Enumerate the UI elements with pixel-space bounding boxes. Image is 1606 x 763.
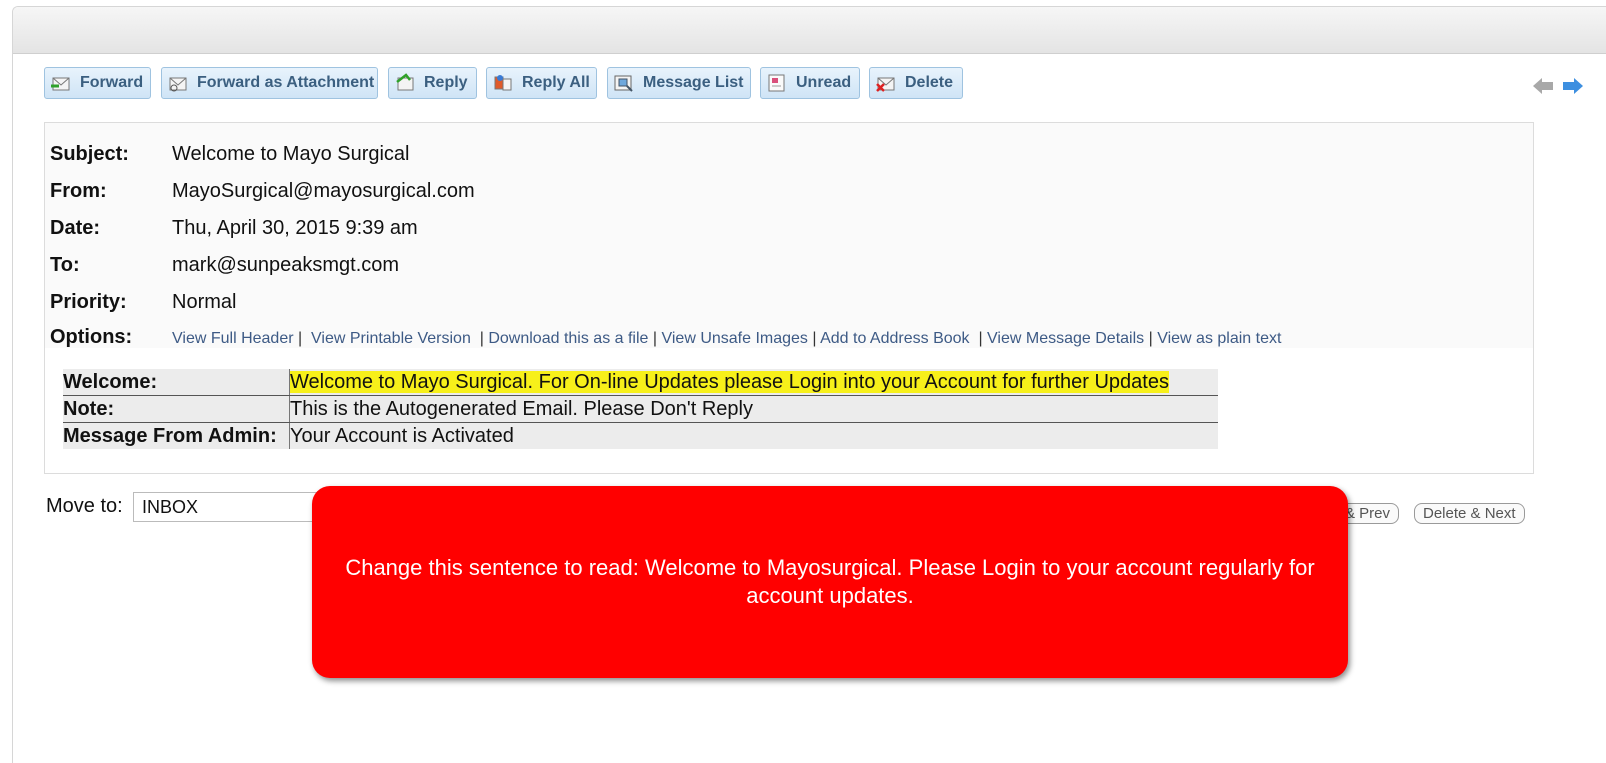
forward-attachment-icon [167, 72, 189, 94]
table-row: Welcome: Welcome to Mayo Surgical. For O… [63, 369, 1218, 396]
view-full-header-link[interactable]: View Full Header [172, 330, 294, 347]
previous-arrow-icon[interactable] [1532, 77, 1554, 95]
admin-message-key: Message From Admin: [63, 422, 290, 449]
options-label: Options: [50, 326, 133, 348]
message-list-icon [613, 72, 635, 94]
download-as-file-link[interactable]: Download this as a file [488, 330, 648, 347]
message-headers: Subject: Welcome to Mayo Surgical From: … [44, 122, 1534, 350]
date-row: Date: Thu, April 30, 2015 9:39 am [50, 217, 418, 240]
view-printable-version-link[interactable]: View Printable Version [311, 330, 471, 347]
forward-button[interactable]: Forward [44, 67, 151, 99]
reply-label: Reply [424, 74, 468, 91]
reply-all-label: Reply All [522, 74, 590, 91]
welcome-key: Welcome: [63, 369, 290, 396]
view-as-plain-text-link[interactable]: View as plain text [1157, 330, 1281, 347]
options-row: Options: View Full Header | View Printab… [50, 326, 1281, 349]
delete-label: Delete [905, 74, 954, 91]
move-to-select[interactable]: INBOX [133, 492, 323, 522]
delete-button[interactable]: Delete [869, 67, 963, 99]
delete-icon [875, 72, 897, 94]
delete-next-button[interactable]: Delete & Next [1414, 503, 1525, 524]
view-message-details-link[interactable]: View Message Details [987, 330, 1144, 347]
callout-text: Change this sentence to read: Welcome to… [345, 555, 1315, 608]
to-row: To: mark@sunpeaksmgt.com [50, 254, 399, 277]
priority-row: Priority: Normal [50, 291, 236, 314]
reply-icon [394, 72, 416, 94]
message-list-button[interactable]: Message List [607, 67, 751, 99]
table-row: Note: This is the Autogenerated Email. P… [63, 395, 1218, 423]
move-to-label: Move to: [46, 495, 123, 517]
view-unsafe-images-link[interactable]: View Unsafe Images [661, 330, 807, 347]
from-value: MayoSurgical@mayosurgical.com [172, 180, 475, 202]
forward-icon [50, 72, 72, 94]
top-bar [13, 7, 1606, 54]
date-value: Thu, April 30, 2015 9:39 am [172, 217, 418, 239]
priority-label: Priority: [50, 291, 127, 313]
unread-button[interactable]: Unread [760, 67, 860, 99]
from-label: From: [50, 180, 107, 202]
from-row: From: MayoSurgical@mayosurgical.com [50, 180, 475, 203]
unread-icon [766, 72, 788, 94]
welcome-highlighted-text: Welcome to Mayo Surgical. For On-line Up… [290, 370, 1169, 393]
next-arrow-icon[interactable] [1562, 77, 1584, 95]
forward-as-attachment-label: Forward as Attachment [197, 74, 375, 91]
message-list-label: Message List [643, 74, 744, 91]
date-label: Date: [50, 217, 101, 239]
note-value: This is the Autogenerated Email. Please … [289, 395, 1218, 423]
message-navigation [1532, 77, 1584, 95]
priority-value: Normal [172, 291, 237, 313]
reply-all-button[interactable]: Reply All [486, 67, 597, 99]
table-row: Message From Admin: Your Account is Acti… [63, 422, 1218, 449]
admin-message-value: Your Account is Activated [289, 422, 1218, 449]
reply-all-icon [492, 72, 514, 94]
note-key: Note: [63, 395, 290, 423]
welcome-value: Welcome to Mayo Surgical. For On-line Up… [289, 369, 1218, 396]
message-body: Welcome: Welcome to Mayo Surgical. For O… [44, 348, 1534, 474]
message-table: Welcome: Welcome to Mayo Surgical. For O… [63, 369, 1218, 449]
subject-value: Welcome to Mayo Surgical [172, 143, 410, 165]
reply-button[interactable]: Reply [388, 67, 477, 99]
options-links: View Full Header | View Printable Versio… [172, 330, 1282, 347]
add-to-address-book-link[interactable]: Add to Address Book [820, 330, 969, 347]
subject-label: Subject: [50, 143, 129, 165]
forward-label: Forward [80, 74, 144, 91]
subject-row: Subject: Welcome to Mayo Surgical [50, 143, 410, 166]
to-value: mark@sunpeaksmgt.com [172, 254, 400, 276]
unread-label: Unread [796, 74, 852, 91]
forward-as-attachment-button[interactable]: Forward as Attachment [161, 67, 378, 99]
to-label: To: [50, 254, 80, 276]
annotation-callout: Change this sentence to read: Welcome to… [312, 486, 1348, 678]
